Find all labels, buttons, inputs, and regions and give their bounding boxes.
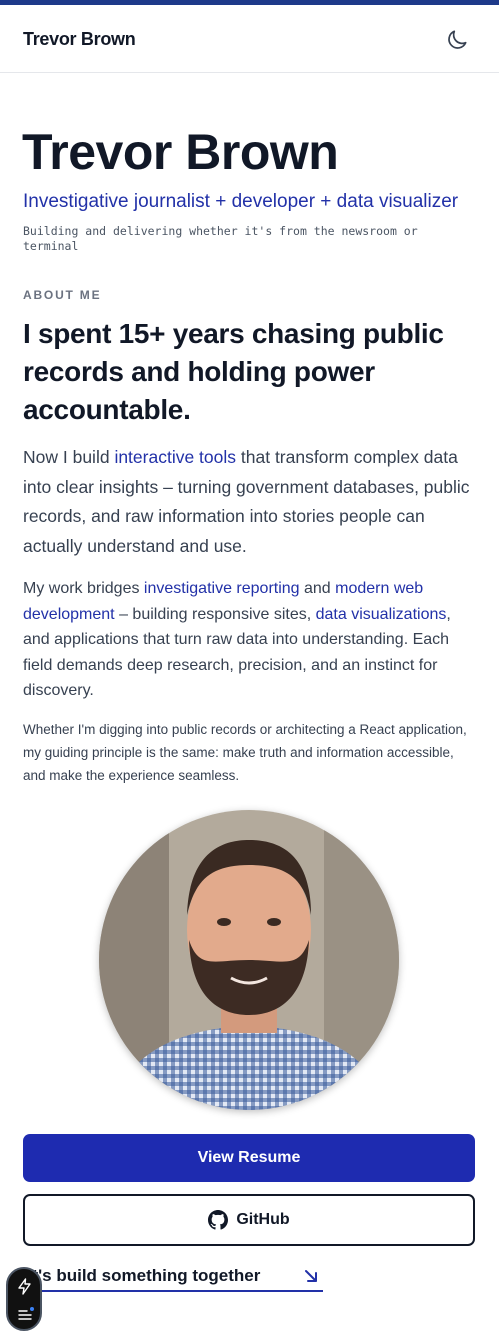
dev-tools-widget[interactable] <box>6 1267 42 1331</box>
about-heading: I spent 15+ years chasing public records… <box>23 318 444 425</box>
text-span: Now I build <box>23 447 115 467</box>
cta-link[interactable]: et's build something together <box>23 1262 323 1292</box>
hero-subtagline: Building and delivering whether it's fro… <box>23 224 418 253</box>
github-icon <box>208 1210 229 1230</box>
profile-photo <box>99 810 399 1110</box>
text-span: and <box>299 580 336 597</box>
view-resume-button[interactable]: View Resume <box>23 1134 475 1182</box>
theme-toggle-button[interactable] <box>444 27 470 53</box>
link-investigative-reporting[interactable]: investigative reporting <box>144 580 300 597</box>
menu-icon <box>18 1307 34 1320</box>
cta-text: et's build something together <box>23 1266 261 1285</box>
text-span: My work bridges <box>23 580 144 597</box>
about-paragraph-2: My work bridges investigative reporting … <box>23 576 478 704</box>
link-interactive-tools[interactable]: interactive tools <box>114 447 236 467</box>
arrow-down-right-icon <box>305 1270 317 1282</box>
lightning-icon <box>18 1278 31 1295</box>
hero-tagline: Investigative journalist + developer + d… <box>23 191 459 212</box>
github-label: GitHub <box>236 1211 290 1228</box>
github-button[interactable]: GitHub <box>23 1194 475 1246</box>
link-data-visualizations[interactable]: data visualizations <box>316 606 447 623</box>
moon-icon <box>448 30 467 49</box>
about-section-label: ABOUT ME <box>23 288 102 302</box>
navbar: Trevor Brown <box>0 5 499 73</box>
about-paragraph-1: Now I build interactive tools that trans… <box>23 443 478 561</box>
text-span: – building responsive sites, <box>114 605 316 623</box>
hero-name: Trevor Brown <box>22 124 339 180</box>
about-paragraph-3: Whether I'm digging into public records … <box>23 722 467 783</box>
site-brand[interactable]: Trevor Brown <box>23 29 136 50</box>
